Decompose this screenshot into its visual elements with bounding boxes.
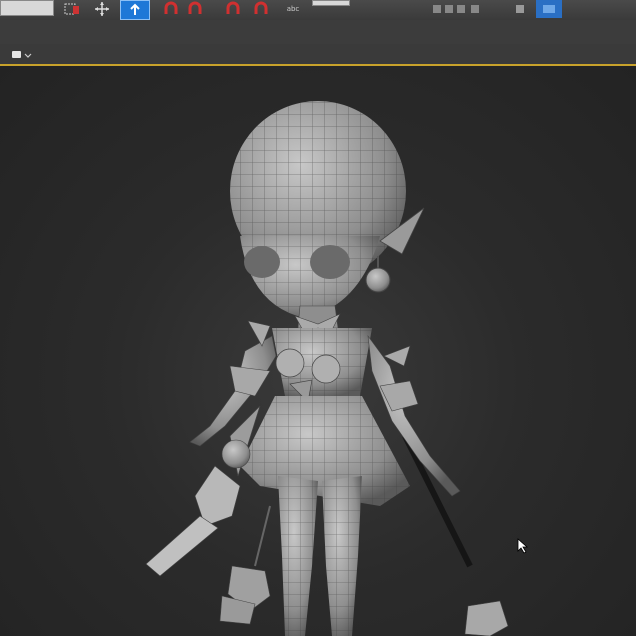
angle-snap-button[interactable]	[184, 0, 206, 18]
render-button[interactable]	[536, 0, 562, 18]
magnet-icon	[254, 1, 268, 14]
viewport-header	[0, 44, 636, 66]
tool-icon	[516, 5, 524, 13]
torso	[272, 328, 372, 403]
magnet-icon	[164, 1, 178, 14]
magnet-icon	[226, 1, 240, 14]
legs	[278, 476, 362, 636]
named-selection-field[interactable]	[312, 0, 350, 6]
move-button[interactable]	[90, 0, 114, 18]
percent-snap-button[interactable]	[222, 0, 244, 18]
render-icon	[543, 5, 555, 13]
secondary-toolbar	[0, 20, 636, 44]
spinner-snap-button[interactable]	[250, 0, 272, 18]
viewport-menu-icon	[12, 51, 32, 58]
skirt	[229, 396, 410, 506]
extra-tools-group[interactable]	[430, 0, 490, 18]
selection-set-field[interactable]	[0, 0, 54, 16]
rotate-button[interactable]	[120, 0, 150, 20]
select-region-icon	[64, 3, 79, 15]
viewport-menu-button[interactable]	[10, 47, 34, 66]
rotate-icon	[130, 3, 140, 15]
magnet-icon	[188, 1, 202, 14]
mouse-cursor-icon	[517, 538, 529, 558]
select-region-button[interactable]	[60, 0, 84, 18]
move-icon	[95, 2, 109, 16]
head	[230, 101, 425, 318]
abc-icon: abc	[286, 5, 300, 13]
perspective-viewport[interactable]	[0, 66, 636, 636]
tool-icons-strip	[433, 5, 479, 13]
tool-button-a[interactable]	[512, 0, 528, 18]
snap-toggle-button[interactable]	[160, 0, 182, 18]
character-mesh-icon	[145, 101, 509, 636]
main-toolbar: abc	[0, 0, 636, 21]
edit-named-selection-button[interactable]: abc	[282, 0, 304, 18]
